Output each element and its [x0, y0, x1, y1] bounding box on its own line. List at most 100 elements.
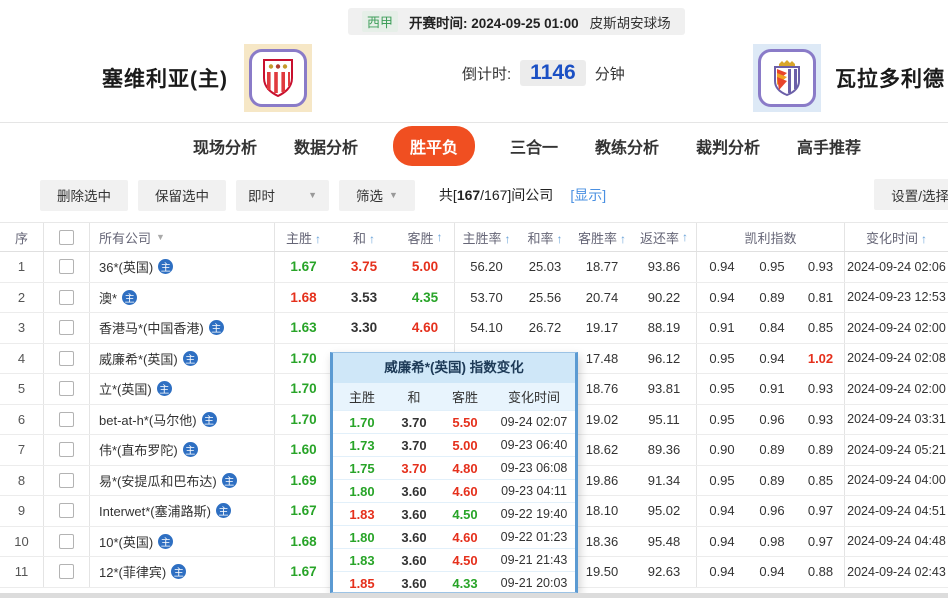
col-change-time[interactable]: 变化时间↑ — [845, 228, 948, 247]
row-index: 11 — [0, 557, 44, 587]
away-rate: 19.50 — [572, 564, 632, 579]
sevilla-crest-icon — [262, 59, 294, 97]
company-cell[interactable]: 立*(英国) 主 — [90, 374, 275, 404]
row-index: 7 — [0, 435, 44, 465]
company-name: 香港马*(中国香港) — [99, 318, 204, 337]
popup-body: 1.70 3.70 5.50 09-24 02:07 1.73 3.70 5.0… — [333, 410, 575, 594]
company-cell[interactable]: 36*(英国) 主 — [90, 252, 275, 282]
tab-expert-picks[interactable]: 高手推荐 — [795, 126, 863, 166]
row-checkbox[interactable] — [59, 290, 74, 305]
caret-down-icon: ▼ — [308, 190, 317, 200]
sort-up-icon: ↑ — [620, 232, 626, 246]
company-cell[interactable]: bet-at-h*(马尔他) 主 — [90, 405, 275, 435]
col-return-rate[interactable]: 返还率↑ — [632, 223, 697, 251]
kelly-home: 0.95 — [697, 381, 747, 396]
col-away-rate[interactable]: 客胜率↑ — [572, 228, 632, 247]
popup-draw-odds: 3.60 — [391, 530, 437, 545]
row-checkbox[interactable] — [59, 473, 74, 488]
home-badge-icon: 主 — [122, 290, 137, 305]
popup-home-odds: 1.83 — [333, 507, 391, 522]
home-odds: 1.69 — [275, 473, 332, 488]
popup-home-odds: 1.75 — [333, 461, 391, 476]
row-checkbox[interactable] — [59, 412, 74, 427]
col-draw-odds[interactable]: 和↑ — [332, 228, 396, 247]
row-checkbox[interactable] — [59, 320, 74, 335]
draw-odds: 3.30 — [332, 320, 396, 335]
table-row: 1 36*(英国) 主 1.67 3.75 5.00 56.20 25.03 1… — [0, 252, 948, 283]
company-cell[interactable]: Interwet*(塞浦路斯) 主 — [90, 496, 275, 526]
company-cell[interactable]: 10*(英国) 主 — [90, 527, 275, 557]
company-cell[interactable]: 香港马*(中国香港) 主 — [90, 313, 275, 343]
col-company[interactable]: 所有公司▼ — [90, 223, 275, 251]
tab-data-analysis[interactable]: 数据分析 — [292, 126, 360, 166]
kelly-draw: 0.94 — [747, 564, 797, 579]
row-checkbox[interactable] — [59, 503, 74, 518]
sort-up-icon: ↑ — [682, 230, 688, 244]
row-checkbox[interactable] — [59, 564, 74, 579]
draw-rate: 26.72 — [518, 320, 572, 335]
tab-coach-analysis[interactable]: 教练分析 — [593, 126, 661, 166]
time-filter-value: 即时 — [248, 185, 275, 205]
kelly-home: 0.94 — [697, 503, 747, 518]
kelly-draw: 0.95 — [747, 259, 797, 274]
keep-selected-button[interactable]: 保留选中 — [138, 180, 226, 211]
company-cell[interactable]: 伟*(直布罗陀) 主 — [90, 435, 275, 465]
change-time: 2024-09-24 04:51 — [845, 504, 948, 518]
settings-button[interactable]: 设置/选择 — [874, 179, 948, 210]
company-cell[interactable]: 12*(菲律宾) 主 — [90, 557, 275, 587]
kelly-draw: 0.89 — [747, 473, 797, 488]
delete-selected-button[interactable]: 删除选中 — [40, 180, 128, 211]
company-cell[interactable]: 威廉希*(英国) 主 — [90, 344, 275, 374]
match-info-bar: 西甲 开赛时间: 2024-09-25 01:00 皮斯胡安球场 — [348, 8, 685, 35]
row-checkbox-cell — [44, 496, 90, 526]
horizontal-scrollbar[interactable] — [0, 593, 948, 598]
popup-change-time: 09-24 02:07 — [493, 415, 575, 429]
home-rate: 53.70 — [455, 290, 518, 305]
row-checkbox-cell — [44, 313, 90, 343]
show-link[interactable]: [显示] — [570, 185, 606, 205]
change-time: 2024-09-24 02:43 — [845, 565, 948, 579]
return-rate: 96.12 — [632, 344, 697, 374]
home-rate: 56.20 — [455, 259, 518, 274]
row-index: 6 — [0, 405, 44, 435]
col-draw-rate[interactable]: 和率↑ — [518, 228, 572, 247]
company-name: 澳* — [99, 288, 117, 307]
return-rate: 89.36 — [632, 435, 697, 465]
row-checkbox[interactable] — [59, 351, 74, 366]
home-odds: 1.70 — [275, 351, 332, 366]
tab-referee-analysis[interactable]: 裁判分析 — [694, 126, 762, 166]
col-away-odds[interactable]: 客胜↑ — [396, 223, 455, 251]
kelly-away: 0.97 — [797, 496, 845, 526]
tab-win-draw-lose[interactable]: 胜平负 — [393, 126, 475, 166]
draw-odds: 3.75 — [332, 259, 396, 274]
row-checkbox[interactable] — [59, 534, 74, 549]
time-filter-select[interactable]: 即时 ▼ — [236, 180, 329, 211]
change-time: 2024-09-24 02:00 — [845, 382, 948, 396]
odds-history-popup: 威廉希*(英国) 指数变化 主胜 和 客胜 变化时间 1.70 3.70 5.5… — [330, 352, 578, 593]
popup-history-row: 1.73 3.70 5.00 09-23 06:40 — [333, 433, 575, 456]
row-checkbox[interactable] — [59, 259, 74, 274]
kelly-home: 0.95 — [697, 473, 747, 488]
row-checkbox-cell — [44, 527, 90, 557]
tab-three-in-one[interactable]: 三合一 — [508, 126, 560, 166]
popup-change-time: 09-22 01:23 — [493, 530, 575, 544]
popup-home-odds: 1.70 — [333, 415, 391, 430]
away-odds: 4.35 — [396, 283, 455, 313]
company-cell[interactable]: 易*(安提瓜和巴布达) 主 — [90, 466, 275, 496]
filter-dropdown[interactable]: 筛选 ▼ — [339, 180, 415, 211]
away-rate: 19.86 — [572, 473, 632, 488]
tab-live-analysis[interactable]: 现场分析 — [191, 126, 259, 166]
change-time: 2024-09-24 02:06 — [845, 260, 948, 274]
header-checkbox-cell — [44, 223, 90, 251]
away-rate: 20.74 — [572, 290, 632, 305]
company-cell[interactable]: 澳* 主 — [90, 283, 275, 313]
kelly-draw: 0.89 — [747, 290, 797, 305]
select-all-checkbox[interactable] — [59, 230, 74, 245]
return-rate: 91.34 — [632, 466, 697, 496]
row-checkbox[interactable] — [59, 381, 74, 396]
company-name: 威廉希*(英国) — [99, 349, 178, 368]
row-checkbox[interactable] — [59, 442, 74, 457]
col-home-rate[interactable]: 主胜率↑ — [455, 228, 518, 247]
popup-change-time: 09-23 06:08 — [493, 461, 575, 475]
col-home-odds[interactable]: 主胜↑ — [275, 228, 332, 247]
